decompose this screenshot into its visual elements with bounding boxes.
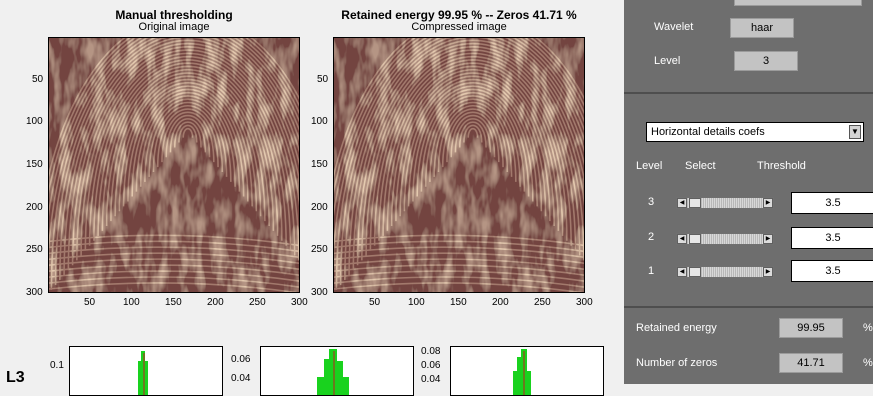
left-xtick-label: 150 [165, 297, 182, 308]
column-select-label: Select [685, 160, 716, 172]
histogram-3-plot [513, 349, 531, 395]
left-ytick-label: 250 [26, 244, 43, 256]
left-xtick-label: 50 [84, 297, 96, 308]
slider-right-arrow-icon[interactable]: ▶ [763, 234, 773, 244]
slider-left-arrow-icon[interactable]: ◀ [677, 234, 687, 244]
histogram-1-axes[interactable] [69, 346, 223, 396]
left-xtick-label: 300 [291, 297, 308, 308]
left-subtitle-text: Original image [138, 21, 210, 33]
wavelet-label: Wavelet [654, 21, 694, 33]
threshold-slider-level-3[interactable]: ◀ ▶ [676, 197, 774, 209]
histogram-3-ytick-2: 0.06 [421, 360, 441, 371]
right-title-text: Retained energy 99.95 % -- Zeros 41.71 % [341, 8, 577, 22]
right-xtick-label: 150 [450, 297, 467, 308]
slider-right-arrow-icon[interactable]: ▶ [763, 198, 773, 208]
left-image-title: Manual thresholding Original image [48, 9, 300, 33]
left-xtick-label: 100 [123, 297, 140, 308]
control-panel: Wavelet haar Level 3 Horizontal details … [624, 0, 873, 384]
threshold-input-level-2[interactable]: 3.5 [791, 227, 873, 249]
histogram-3-axes[interactable] [450, 346, 604, 396]
histogram-1-ytick: 0.1 [50, 360, 64, 371]
threshold-input-level-3[interactable]: 3.5 [791, 192, 873, 214]
number-of-zeros-label: Number of zeros [636, 357, 718, 369]
left-ytick-label: 100 [26, 116, 43, 128]
original-image-axes[interactable] [48, 37, 300, 293]
chevron-down-icon[interactable]: ▼ [849, 125, 861, 139]
slider-thumb[interactable] [689, 234, 701, 244]
right-ytick-label: 50 [317, 73, 329, 85]
right-xtick-label: 300 [576, 297, 593, 308]
retained-energy-label: Retained energy [636, 322, 717, 334]
row-level-3: 3 [648, 196, 655, 208]
histogram-2-ytick-2: 0.04 [231, 373, 251, 384]
right-ytick-label: 200 [311, 201, 328, 213]
left-xtick-label: 200 [207, 297, 224, 308]
histogram-3-ytick-1: 0.08 [421, 346, 441, 357]
right-subtitle-text: Compressed image [411, 21, 507, 33]
coefs-dropdown-value: Horizontal details coefs [651, 126, 765, 138]
slider-right-arrow-icon[interactable]: ▶ [763, 267, 773, 277]
retained-energy-value: 99.95 [779, 318, 843, 338]
left-ytick-label: 200 [26, 201, 43, 213]
column-level-label: Level [636, 160, 663, 172]
zeros-percent: % [863, 357, 873, 369]
left-xtick-label: 250 [249, 297, 266, 308]
left-ytick-label: 300 [26, 287, 43, 298]
panel-separator-1 [624, 92, 873, 94]
slider-left-arrow-icon[interactable]: ◀ [677, 267, 687, 277]
right-xtick-label: 100 [408, 297, 425, 308]
panel-separator-2 [624, 306, 873, 308]
threshold-input-level-1[interactable]: 3.5 [791, 260, 873, 282]
row-level-1: 1 [648, 265, 655, 277]
level-value: 3 [734, 51, 798, 71]
histogram-1-plot [138, 351, 148, 395]
right-ytick-label: 100 [311, 116, 328, 128]
right-xtick-label: 50 [369, 297, 381, 308]
histogram-2-plot [317, 349, 349, 395]
column-threshold-label: Threshold [757, 160, 806, 172]
coefs-dropdown[interactable]: Horizontal details coefs ▼ [646, 122, 864, 142]
left-ytick-label: 150 [26, 159, 43, 170]
left-ytick-label: 50 [32, 73, 44, 85]
compressed-fingerprint-image [334, 38, 584, 292]
right-image-title: Retained energy 99.95 % -- Zeros 41.71 %… [333, 9, 585, 33]
left-title-text: Manual thresholding [115, 8, 233, 22]
level-label: Level [654, 55, 681, 67]
threshold-slider-level-2[interactable]: ◀ ▶ [676, 233, 774, 245]
right-ytick-label: 300 [311, 287, 328, 298]
original-fingerprint-image [49, 38, 299, 292]
wavelet-value: haar [730, 18, 794, 38]
retained-percent: % [863, 322, 873, 334]
right-ytick-label: 250 [311, 244, 328, 256]
slider-thumb[interactable] [689, 267, 701, 277]
histogram-row-label: L3 [6, 369, 25, 386]
slider-thumb[interactable] [689, 198, 701, 208]
histogram-2-ytick-1: 0.06 [231, 354, 251, 365]
row-level-2: 2 [648, 231, 655, 243]
compressed-image-axes[interactable] [333, 37, 585, 293]
top-partial-box [734, 0, 862, 6]
right-xtick-label: 200 [492, 297, 509, 308]
histogram-2-axes[interactable] [260, 346, 414, 396]
right-xtick-label: 250 [534, 297, 551, 308]
number-of-zeros-value: 41.71 [779, 353, 843, 373]
threshold-slider-level-1[interactable]: ◀ ▶ [676, 266, 774, 278]
right-ytick-label: 150 [311, 159, 328, 170]
slider-left-arrow-icon[interactable]: ◀ [677, 198, 687, 208]
